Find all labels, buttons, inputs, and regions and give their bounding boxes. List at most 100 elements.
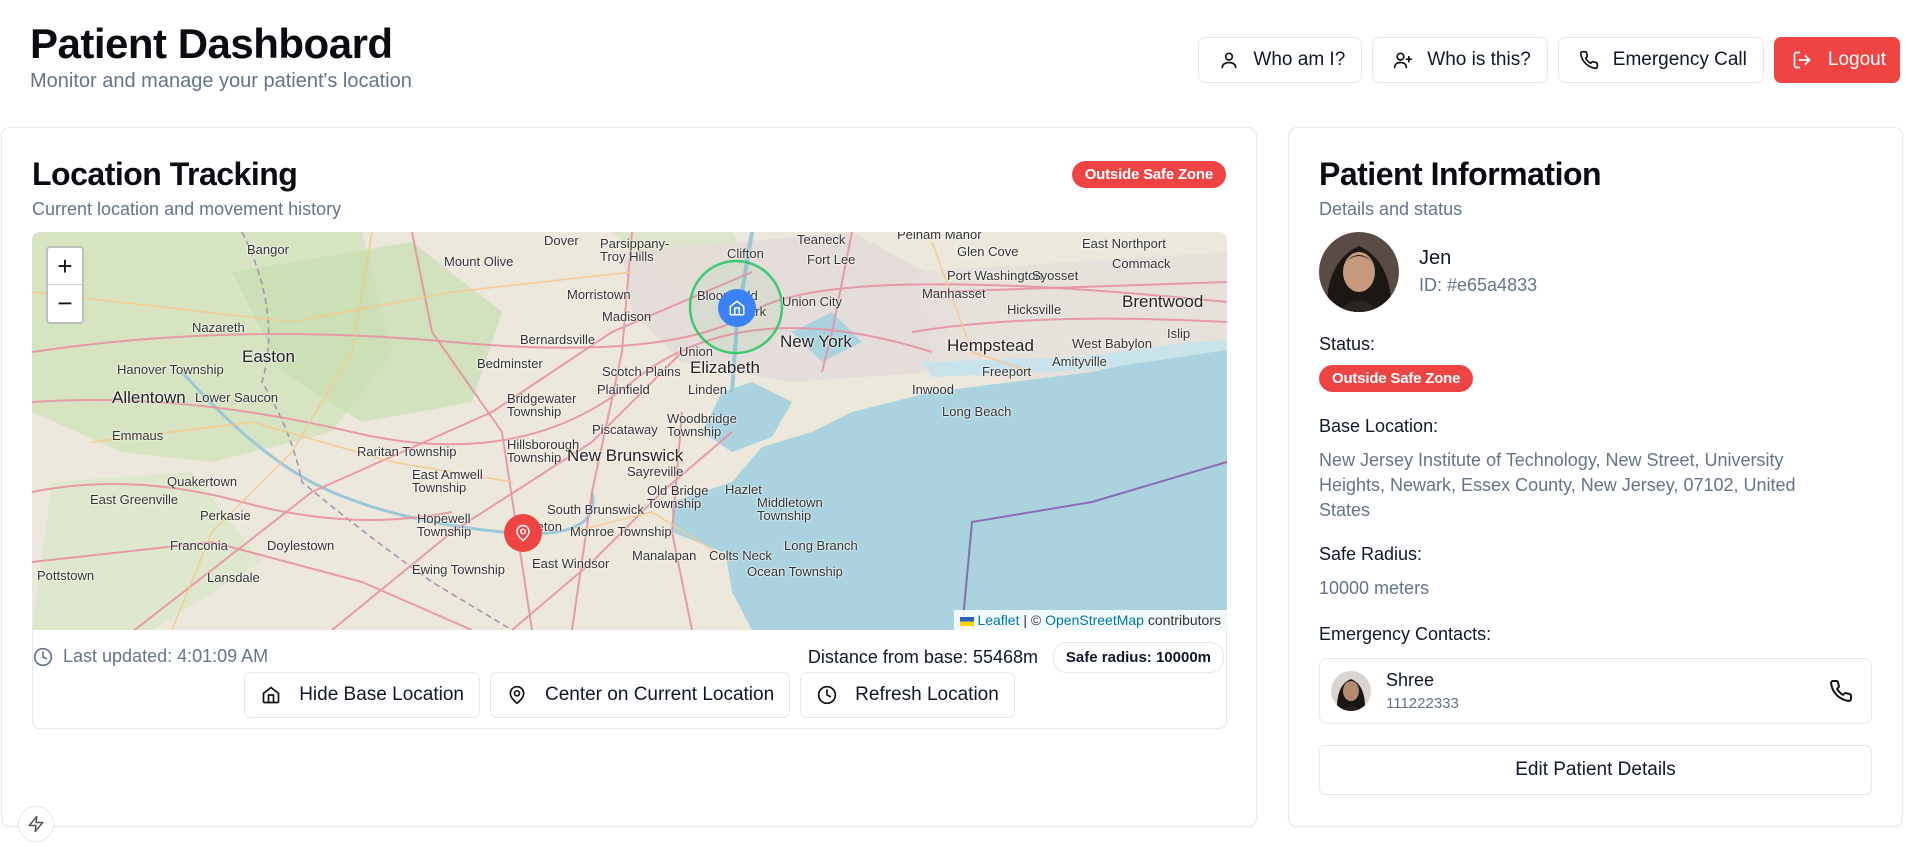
map-label: South Brunswick <box>547 502 644 517</box>
map-label: East Greenville <box>90 492 179 507</box>
map-pin-icon <box>516 524 530 542</box>
map-label: Ocean Township <box>747 564 843 579</box>
emergency-contacts-label: Emergency Contacts: <box>1319 624 1492 644</box>
hide-base-location-label: Hide Base Location <box>299 684 464 705</box>
location-tracking-title: Location Tracking <box>32 156 298 192</box>
patient-status-badge: Outside Safe Zone <box>1319 365 1474 392</box>
center-current-location-button[interactable]: Center on Current Location <box>489 672 791 718</box>
contact-name: Shree <box>1386 670 1435 690</box>
map-label: Long Beach <box>942 404 1012 419</box>
map-label: Parsippany-Troy Hills <box>600 236 670 264</box>
map-view[interactable]: Bangor Mount Olive Dover Parsippany-Troy… <box>32 232 1227 630</box>
map-label: Union <box>679 344 713 359</box>
map-label: Ewing Township <box>412 562 505 577</box>
map-label: Hanover Township <box>117 362 224 377</box>
contact-phone: 111222333 <box>1386 695 1459 712</box>
user-icon <box>1221 52 1237 69</box>
map-label: Fort Lee <box>807 252 856 267</box>
map-label: Mount Olive <box>444 254 514 269</box>
hide-base-location-button[interactable]: Hide Base Location <box>244 672 480 718</box>
zap-icon <box>28 815 44 833</box>
home-icon <box>729 300 745 316</box>
emergency-call-button[interactable]: Emergency Call <box>1557 37 1764 83</box>
map-label: Bridgewater Township <box>507 391 577 419</box>
map-label: East Northport <box>1082 236 1166 251</box>
distance-from-base: Distance from base: 55468m <box>807 647 1038 667</box>
map-label: Freeport <box>982 364 1032 379</box>
patient-avatar <box>1319 232 1399 312</box>
base-location-value: New Jersey Institute of Technology, New … <box>1319 450 1796 520</box>
map-label: Scotch Plains <box>602 364 681 379</box>
phone-icon[interactable] <box>1829 679 1853 703</box>
user-plus-icon <box>1394 52 1413 69</box>
zoom-control: + − <box>46 246 84 324</box>
dev-tools-button[interactable] <box>18 806 54 842</box>
map-label: Allentown <box>112 388 186 407</box>
logout-icon <box>1793 51 1811 69</box>
map-label: West Babylon <box>1072 336 1152 351</box>
map-label: Easton <box>242 347 295 366</box>
contact-avatar <box>1331 671 1371 711</box>
last-updated-text: Last updated: 4:01:09 AM <box>63 646 269 666</box>
logout-button[interactable]: Logout <box>1773 37 1900 83</box>
who-is-this-button[interactable]: Who is this? <box>1372 37 1548 83</box>
clock-icon <box>817 685 837 705</box>
map-label: Quakertown <box>167 474 238 489</box>
map-label: Nazareth <box>192 320 245 335</box>
map-label: Morristown <box>567 287 631 302</box>
map-label: Franconia <box>170 538 228 553</box>
zoom-in-button[interactable]: + <box>48 248 82 285</box>
map-label: Raritan Township <box>357 444 457 459</box>
refresh-location-button[interactable]: Refresh Location <box>800 672 1015 718</box>
map-label: New Brunswick <box>567 446 684 465</box>
edit-patient-details-button[interactable]: Edit Patient Details <box>1319 745 1872 795</box>
ukraine-flag-icon <box>960 616 975 626</box>
map-label: Bangor <box>247 242 289 257</box>
map-label: Long Branch <box>784 538 858 553</box>
map-label: Middletown Township <box>757 495 823 523</box>
phone-icon <box>1579 50 1598 70</box>
map-label: Manhasset <box>922 286 986 301</box>
map-label: Linden <box>688 382 728 397</box>
logout-label: Logout <box>1827 49 1886 70</box>
page-title: Patient Dashboard <box>30 20 393 67</box>
patient-information-card: Patient Information Details and status J… <box>1288 127 1903 827</box>
who-am-i-label: Who am I? <box>1253 49 1346 70</box>
header-actions: Who am I? Who is this? Emergency Call Lo… <box>1198 37 1900 83</box>
home-icon <box>262 686 280 704</box>
map-label: Lower Saucon <box>195 390 279 405</box>
map-label: Brentwood <box>1122 292 1204 311</box>
map-label: Glen Cove <box>957 244 1019 259</box>
map-label: Bedminster <box>477 356 543 371</box>
map-label: Sayreville <box>627 464 684 479</box>
leaflet-link[interactable]: Leaflet <box>977 612 1019 628</box>
patient-information-subtitle: Details and status <box>1319 199 1463 219</box>
map-label: Pelham Manor <box>897 232 982 242</box>
current-location-marker[interactable] <box>504 514 542 552</box>
patient-information-title: Patient Information <box>1319 156 1602 192</box>
location-tracking-card: Location Tracking Current location and m… <box>1 127 1257 827</box>
safe-radius-label: Safe Radius: <box>1319 544 1423 564</box>
map-label: Elizabeth <box>690 358 760 377</box>
emergency-contact-item: Shree 111222333 <box>1319 658 1872 724</box>
map-label: Woodbridge Township <box>667 411 737 439</box>
safe-radius-badge: Safe radius: 10000m <box>1052 642 1224 673</box>
map-label: Union City <box>782 294 842 309</box>
base-location-marker[interactable] <box>718 289 756 327</box>
map-label: Syosset <box>1032 268 1079 283</box>
map-label: Hopewell Township <box>417 511 472 539</box>
openstreetmap-link[interactable]: OpenStreetMap <box>1045 612 1144 628</box>
map-label: Dover <box>544 233 579 248</box>
map-footer: Last updated: 4:01:09 AM Distance from b… <box>32 630 1227 729</box>
map-actions: Hide Base Location Center on Current Loc… <box>33 672 1226 718</box>
map-label: Madison <box>602 309 652 324</box>
map-label: Piscataway <box>592 422 658 437</box>
map-label: East Amwell Township <box>412 467 483 495</box>
map-label: Doylestown <box>267 538 335 553</box>
status-badge: Outside Safe Zone <box>1071 161 1226 188</box>
who-am-i-button[interactable]: Who am I? <box>1198 37 1363 83</box>
last-updated: Last updated: 4:01:09 AM <box>33 646 268 667</box>
clock-icon <box>33 647 53 666</box>
map-label: Lansdale <box>207 570 260 585</box>
zoom-out-button[interactable]: − <box>48 285 82 322</box>
